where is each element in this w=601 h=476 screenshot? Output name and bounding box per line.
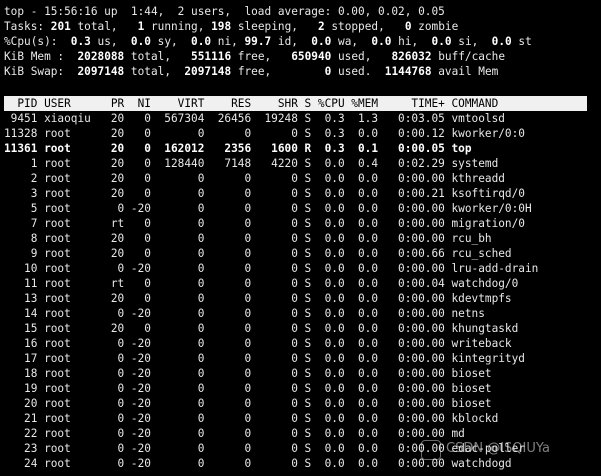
cpu-si: 0.0 [431, 35, 452, 48]
table-row[interactable]: 18 root 0 -20 0 0 0 S 0.0 0.0 0:00.00 bi… [4, 366, 492, 381]
swap-sep-2: free, [231, 65, 325, 78]
mem-total: 2028088 [77, 50, 125, 63]
table-row[interactable]: 1 root 20 0 128440 7148 4220 S 0.0 0.4 0… [4, 156, 499, 171]
summary-tasks-line: Tasks: 201 total, 1 running, 198 sleepin… [4, 19, 458, 34]
table-row[interactable]: 16 root 0 -20 0 0 0 S 0.0 0.0 0:00.00 wr… [4, 336, 512, 351]
table-row[interactable]: 9 root 20 0 0 0 0 S 0.0 0.0 0:00.66 rcu_… [4, 246, 512, 261]
table-row[interactable]: 3 root 20 0 0 0 0 S 0.0 0.0 0:00.21 ksof… [4, 186, 525, 201]
cpu-id: 99.7 [244, 35, 272, 48]
cpu-sep-2: sy, [150, 35, 192, 48]
table-row[interactable]: 8 root 20 0 0 0 0 S 0.0 0.0 0:00.00 rcu_… [4, 231, 492, 246]
table-row[interactable]: 21 root 0 -20 0 0 0 S 0.0 0.0 0:00.00 kb… [4, 411, 498, 426]
cpu-hi: 0.0 [371, 35, 392, 48]
mem-buff: 826032 [391, 50, 432, 63]
table-row[interactable]: 11328 root 20 0 0 0 0 S 0.3 0.0 0:00.12 … [4, 126, 525, 141]
tasks-sep-2: running, [144, 20, 212, 33]
process-table-header: PID USER PR NI VIRT RES SHR S %CPU %MEM … [4, 96, 587, 111]
table-row[interactable]: 22 root 0 -20 0 0 0 S 0.0 0.0 0:00.00 md [4, 426, 465, 441]
swap-total: 2097148 [77, 65, 125, 78]
mem-sep-4: buff/cache [431, 50, 506, 63]
table-row[interactable]: 10 root 0 -20 0 0 0 S 0.0 0.0 0:00.00 lr… [4, 261, 538, 276]
prompt-cursor [4, 81, 10, 93]
summary-swap-line: KiB Swap: 2097148 total, 2097148 free, 0… [4, 64, 498, 79]
table-row[interactable]: 15 root 20 0 0 0 0 S 0.0 0.0 0:00.00 khu… [4, 321, 518, 336]
terminal-window[interactable]: top - 15:56:16 up 1:44, 2 users, load av… [0, 0, 601, 476]
summary-uptime-line: top - 15:56:16 up 1:44, 2 users, load av… [4, 5, 445, 18]
summary-cpu-line: %Cpu(s): 0.3 us, 0.0 sy, 0.0 ni, 99.7 id… [4, 34, 532, 49]
cpu-sep-5: wa, [331, 35, 372, 48]
mem-sep-1: total, [124, 50, 192, 63]
cpu-label: %Cpu(s): [4, 35, 71, 48]
mem-used: 650940 [291, 50, 332, 63]
cpu-sep-4: id, [271, 35, 312, 48]
cpu-sep-7: si, [451, 35, 492, 48]
table-row[interactable]: 11 root rt 0 0 0 0 S 0.0 0.0 0:00.04 wat… [4, 276, 518, 291]
summary-mem-line: KiB Mem : 2028088 total, 551116 free, 65… [4, 49, 505, 64]
cpu-wa: 0.0 [311, 35, 332, 48]
swap-sep-1: total, [124, 65, 185, 78]
tasks-sep-3: sleeping, [231, 20, 318, 33]
table-row[interactable]: 2 root 20 0 0 0 0 S 0.0 0.0 0:00.00 kthr… [4, 171, 505, 186]
cpu-sy: 0.0 [130, 35, 151, 48]
table-row[interactable]: 11361 root 20 0 162012 2356 1600 R 0.3 0… [4, 141, 472, 156]
csdn-logo-icon [421, 440, 441, 460]
cpu-ni: 0.0 [191, 35, 212, 48]
swap-sep-3: used. [331, 65, 385, 78]
table-row[interactable]: 13 root 20 0 0 0 0 S 0.0 0.0 0:00.00 kde… [4, 291, 512, 306]
swap-avail: 1144768 [384, 65, 432, 78]
table-row[interactable]: 20 root 0 -20 0 0 0 S 0.0 0.0 0:00.00 bi… [4, 396, 492, 411]
cpu-sep-6: hi, [391, 35, 432, 48]
cpu-sep-1: us, [90, 35, 131, 48]
tasks-total: 201 [50, 20, 71, 33]
swap-sep-4: avail Mem [431, 65, 499, 78]
tasks-sleeping: 198 [211, 20, 232, 33]
cpu-sep-3: ni, [211, 35, 245, 48]
tasks-sep-5: zombie [411, 20, 459, 33]
table-row[interactable]: 17 root 0 -20 0 0 0 S 0.0 0.0 0:00.00 ki… [4, 351, 525, 366]
table-row[interactable]: 14 root 0 -20 0 0 0 S 0.0 0.0 0:00.00 ne… [4, 306, 485, 321]
mem-sep-2: free, [231, 50, 292, 63]
tasks-zombie: 0 [404, 20, 412, 33]
cpu-sep-8: st [511, 35, 532, 48]
swap-free: 2097148 [184, 65, 232, 78]
column-headers: PID USER PR NI VIRT RES SHR S %CPU %MEM … [4, 97, 499, 110]
table-row[interactable]: 19 root 0 -20 0 0 0 S 0.0 0.0 0:00.00 bi… [4, 381, 492, 396]
table-row[interactable]: 7 root rt 0 0 0 0 S 0.0 0.0 0:00.00 migr… [4, 216, 525, 231]
cpu-st: 0.0 [491, 35, 512, 48]
mem-sep-3: used, [331, 50, 392, 63]
swap-label: KiB Swap: [4, 65, 78, 78]
table-row[interactable]: 9451 xiaoqiu 20 0 567304 26456 19248 S 0… [4, 111, 505, 126]
watermark: CSDN @ISQIUYa [446, 441, 550, 456]
mem-free: 551116 [191, 50, 232, 63]
tasks-label: Tasks: [4, 20, 51, 33]
mem-label: KiB Mem : [4, 50, 78, 63]
table-row[interactable]: 5 root 0 -20 0 0 0 S 0.0 0.0 0:00.00 kwo… [4, 201, 532, 216]
tasks-stopped: 2 [317, 20, 325, 33]
tasks-sep-4: stopped, [324, 20, 405, 33]
tasks-sep-1: total, [70, 20, 138, 33]
cpu-us: 0.3 [70, 35, 91, 48]
